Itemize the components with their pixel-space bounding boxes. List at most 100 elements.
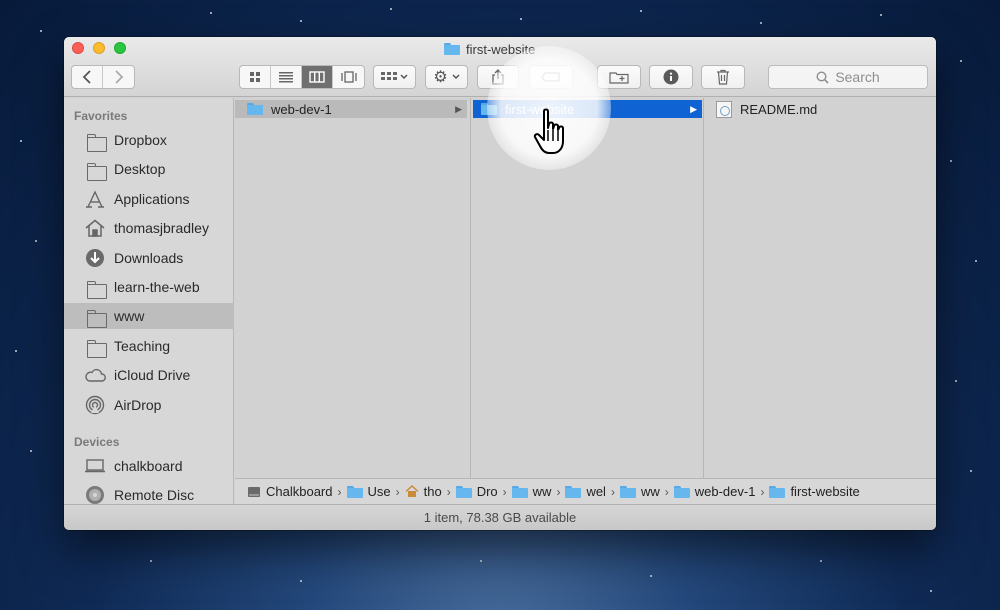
sidebar-item-home[interactable]: thomasjbradley — [64, 215, 234, 241]
sidebar-item-chalkboard[interactable]: chalkboard — [64, 453, 234, 479]
path-item-label: Dro — [476, 484, 498, 499]
info-icon — [663, 69, 679, 85]
path-item-label: tho — [423, 484, 442, 499]
path-separator-icon: › — [395, 484, 400, 499]
sidebar-item-teaching[interactable]: Teaching — [64, 333, 234, 359]
new-folder-button[interactable] — [597, 65, 641, 89]
sidebar: Favorites Dropbox Desktop Applications t… — [64, 98, 234, 504]
search-field[interactable]: Search — [768, 65, 928, 89]
column-item-label: first-website — [505, 101, 575, 117]
path-bar: Chalkboard › Use › tho › Dro › ww › wel … — [235, 478, 936, 504]
column-first-website: README.md — [704, 98, 936, 478]
titlebar: first-website ⚙ Search — [64, 37, 936, 97]
grid-icon — [250, 72, 260, 82]
delete-button[interactable] — [701, 65, 745, 89]
sidebar-item-www[interactable]: www — [64, 303, 234, 329]
sidebar-item-label: Desktop — [114, 161, 166, 177]
gear-icon: ⚙ — [433, 69, 448, 86]
folder-icon — [84, 336, 107, 358]
sidebar-item-label: thomasjbradley — [114, 220, 209, 236]
path-item-chalkboard[interactable]: Chalkboard — [247, 484, 333, 499]
disclosure-arrow-icon: ▶ — [455, 103, 462, 114]
icon-view-button[interactable] — [240, 66, 271, 88]
back-button[interactable] — [72, 66, 103, 88]
column-item-label: web-dev-1 — [271, 101, 332, 117]
sidebar-item-label: Remote Disc — [114, 487, 195, 503]
column-www: web-dev-1 ▶ — [235, 98, 471, 478]
sidebar-item-label: AirDrop — [114, 397, 162, 413]
path-item-users[interactable]: Use — [346, 484, 391, 499]
list-icon — [279, 72, 293, 83]
home-icon — [84, 218, 106, 238]
folder-icon — [455, 485, 472, 498]
cover-flow-button[interactable] — [333, 66, 364, 88]
finder-window: first-website ⚙ Search Favorites Dropbox… — [64, 37, 936, 530]
disclosure-arrow-icon: ▶ — [690, 103, 697, 114]
column-item-readme[interactable]: README.md — [708, 100, 817, 118]
chevron-down-icon — [452, 74, 460, 80]
path-separator-icon: › — [760, 484, 765, 499]
get-info-button[interactable] — [649, 65, 693, 89]
status-text: 1 item, 78.38 GB available — [423, 510, 577, 525]
hard-drive-icon — [248, 486, 260, 497]
sidebar-item-label: Teaching — [114, 338, 171, 354]
list-view-button[interactable] — [271, 66, 302, 88]
sidebar-item-label: Dropbox — [114, 132, 167, 148]
sidebar-item-airdrop[interactable]: AirDrop — [64, 392, 234, 418]
column-item-web-dev-1[interactable]: web-dev-1 ▶ — [235, 100, 467, 118]
folder-icon — [769, 485, 786, 498]
zoom-window-button[interactable] — [114, 42, 126, 54]
columns-icon — [309, 71, 325, 83]
search-placeholder: Search — [835, 69, 880, 85]
status-bar: 1 item, 78.38 GB available — [64, 504, 936, 530]
sidebar-item-applications[interactable]: Applications — [64, 186, 234, 212]
airdrop-icon — [84, 395, 106, 415]
path-item-first-website[interactable]: first-website — [769, 484, 860, 499]
column-item-label: README.md — [740, 101, 818, 117]
forward-button[interactable] — [103, 66, 134, 88]
path-separator-icon: › — [446, 484, 451, 499]
download-icon — [84, 248, 106, 268]
path-item-dropbox[interactable]: Dro — [455, 484, 498, 499]
minimize-window-button[interactable] — [93, 42, 105, 54]
path-item-www-2[interactable]: ww — [619, 484, 660, 499]
folder-icon — [84, 159, 107, 181]
arrange-button[interactable] — [373, 65, 416, 89]
arrange-grid-icon — [381, 72, 397, 80]
chevron-right-icon — [114, 70, 123, 84]
path-item-web-dev-1[interactable]: web-dev-1 — [673, 484, 755, 499]
chevron-left-icon — [82, 70, 91, 84]
folder-icon — [84, 277, 107, 299]
sidebar-item-dropbox[interactable]: Dropbox — [64, 127, 234, 153]
markdown-file-icon — [716, 100, 732, 118]
folder-icon — [84, 306, 107, 328]
share-button[interactable] — [477, 65, 519, 89]
sidebar-item-downloads[interactable]: Downloads — [64, 245, 234, 271]
chevron-down-icon — [400, 74, 408, 80]
applications-icon — [84, 189, 106, 209]
window-title-text: first-website — [466, 41, 536, 57]
sidebar-item-label: iCloud Drive — [114, 367, 191, 383]
sidebar-item-desktop[interactable]: Desktop — [64, 156, 234, 182]
cloud-icon — [84, 365, 106, 385]
column-view-button[interactable] — [302, 66, 333, 88]
sidebar-item-icloud-drive[interactable]: iCloud Drive — [64, 362, 234, 388]
close-window-button[interactable] — [72, 42, 84, 54]
window-title: first-website — [444, 41, 535, 57]
tags-button[interactable] — [529, 65, 573, 89]
path-separator-icon: › — [556, 484, 561, 499]
path-item-home[interactable]: tho — [405, 484, 442, 499]
sidebar-item-learn-the-web[interactable]: learn-the-web — [64, 274, 234, 300]
sidebar-item-label: www — [114, 308, 145, 324]
cover-flow-icon — [340, 71, 357, 83]
path-item-label: wel — [586, 484, 606, 499]
trash-icon — [717, 69, 729, 85]
column-item-first-website[interactable]: first-website ▶ — [473, 100, 702, 118]
action-button[interactable]: ⚙ — [425, 65, 468, 89]
path-item-www[interactable]: ww — [511, 484, 551, 499]
search-icon — [816, 70, 829, 84]
folder-icon — [444, 43, 460, 55]
sidebar-item-label: Applications — [114, 191, 190, 207]
path-item-web[interactable]: wel — [565, 484, 606, 499]
sidebar-item-label: learn-the-web — [114, 279, 200, 295]
